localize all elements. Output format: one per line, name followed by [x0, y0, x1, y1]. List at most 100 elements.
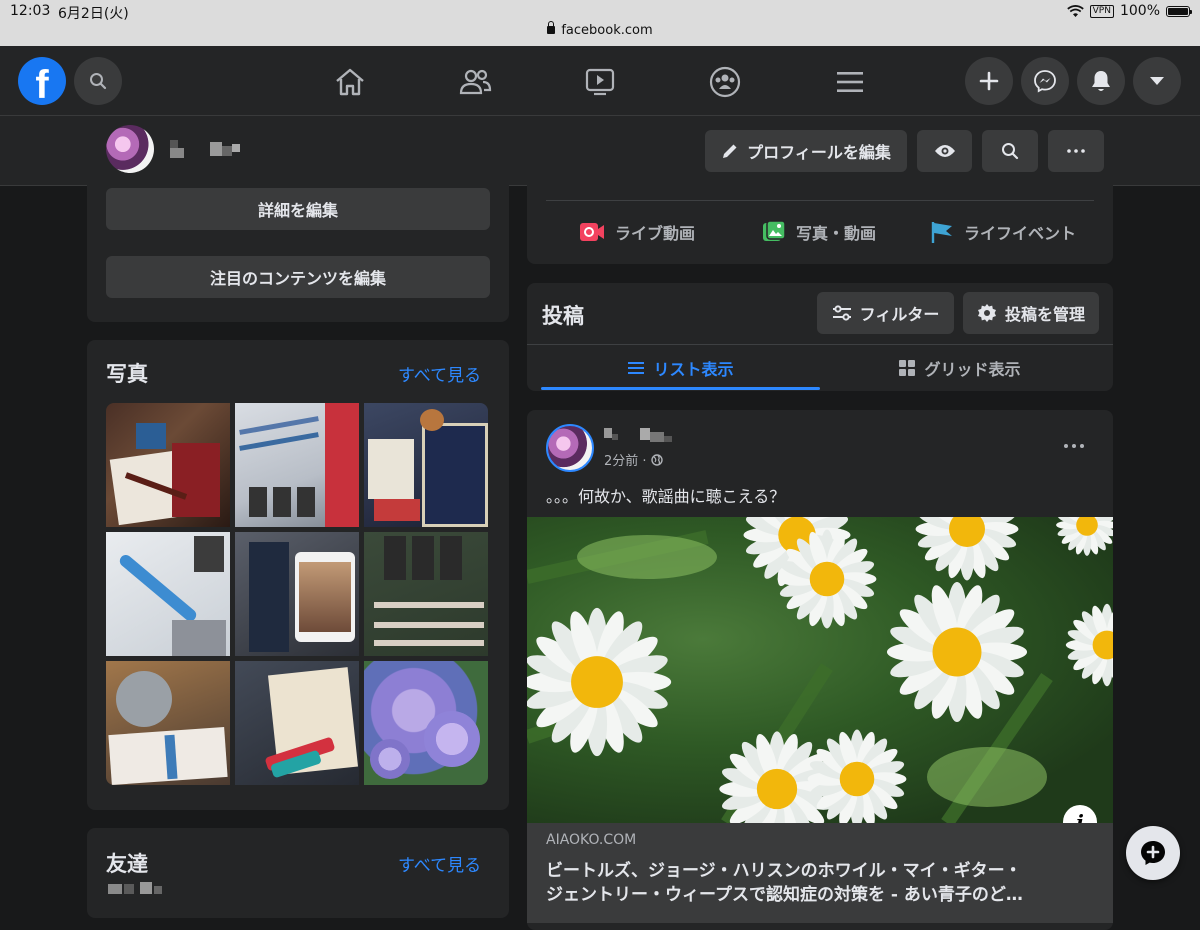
edit-details-button[interactable]: 詳細を編集 [106, 188, 490, 230]
post-timestamp[interactable]: 2分前 · [604, 450, 663, 469]
photo-thumbnail[interactable] [364, 661, 488, 785]
more-dots-icon [1064, 444, 1084, 448]
live-video-icon [580, 223, 604, 241]
live-video-button[interactable]: ライブ動画 [579, 218, 695, 246]
status-time: 12:03 [10, 3, 51, 19]
flag-icon [931, 222, 952, 243]
post-time-text: 2分前 · [604, 454, 647, 469]
photo-thumbnail[interactable] [106, 661, 230, 785]
photo-thumbnail[interactable] [364, 532, 488, 656]
friends-icon [459, 69, 492, 95]
photo-thumbnail[interactable] [235, 403, 359, 527]
live-video-label: ライブ動画 [615, 224, 696, 243]
photo-video-label: 写真・動画 [796, 224, 877, 243]
manage-posts-button[interactable]: 投稿を管理 [963, 292, 1099, 334]
gear-icon [977, 304, 996, 322]
photo-thumbnail[interactable] [106, 403, 230, 527]
search-button[interactable] [74, 57, 122, 105]
daisy-flower [1065, 603, 1113, 687]
compose-icon [1141, 841, 1165, 865]
photos-see-all-link[interactable]: すべて見る [398, 361, 481, 386]
globe-icon [650, 453, 663, 466]
menu-icon [837, 72, 863, 92]
friends-tab[interactable] [455, 62, 495, 102]
battery-icon [1166, 5, 1192, 17]
photo-thumbnail[interactable] [235, 661, 359, 785]
video-icon [585, 68, 615, 96]
post-text: 。。。何故か、歌謡曲に聴こえる？ [546, 487, 786, 506]
top-navigation: f [0, 46, 1200, 116]
composer-divider [546, 200, 1094, 201]
pencil-icon [723, 144, 737, 158]
watch-tab[interactable] [580, 62, 620, 102]
status-date: 6月2日(火) [58, 6, 129, 22]
home-icon [336, 68, 364, 96]
tab-grid-view[interactable]: グリッド表示 [820, 346, 1099, 390]
battery-fill [1168, 7, 1188, 15]
friends-see-all-link[interactable]: すべて見る [398, 851, 481, 876]
daisy-flower [1056, 517, 1113, 556]
daisy-photo [527, 517, 1113, 823]
link-title-line-1: ビートルズ、ジョージ・ハリスンのホワイル・マイ・ギター・ [546, 861, 1022, 881]
life-event-label: ライフイベント [964, 224, 1077, 243]
tab-list-view[interactable]: リスト表示 [541, 346, 820, 390]
list-view-label: リスト表示 [653, 360, 734, 379]
search-icon [1002, 143, 1019, 160]
plus-icon [979, 71, 999, 91]
grid-view-label: グリッド表示 [924, 360, 1021, 379]
photo-thumbnail[interactable] [235, 532, 359, 656]
address-bar[interactable]: facebook.com [0, 21, 1200, 38]
avatar[interactable] [106, 125, 154, 173]
eye-icon [934, 145, 955, 157]
create-button[interactable] [965, 57, 1013, 105]
more-dots-icon [1067, 149, 1085, 153]
menu-tab[interactable] [830, 62, 870, 102]
edit-details-label: 詳細を編集 [257, 201, 338, 220]
post-link-image[interactable]: i [527, 517, 1113, 823]
list-icon [628, 362, 645, 374]
more-options-button[interactable] [1048, 130, 1104, 172]
photo-icon [763, 220, 786, 241]
grid-icon [899, 360, 916, 376]
wifi-icon [1066, 4, 1084, 17]
search-icon [90, 73, 107, 90]
edit-profile-button[interactable]: プロフィールを編集 [705, 130, 907, 172]
photos-title: 写真 [106, 362, 148, 386]
photo-thumbnail[interactable] [106, 532, 230, 656]
post-options-button[interactable] [1058, 434, 1090, 458]
life-event-button[interactable]: ライフイベント [930, 218, 1076, 246]
edit-profile-label: プロフィールを編集 [747, 143, 891, 162]
notifications-button[interactable] [1077, 57, 1125, 105]
photo-thumbnail[interactable] [364, 403, 488, 527]
filter-sliders-icon [832, 305, 851, 321]
filter-label: フィルター [859, 305, 940, 324]
messenger-button[interactable] [1021, 57, 1069, 105]
manage-posts-label: 投稿を管理 [1004, 305, 1085, 324]
edit-featured-button[interactable]: 注目のコンテンツを編集 [106, 256, 490, 298]
post-author-avatar[interactable] [546, 424, 594, 472]
new-message-button[interactable] [1126, 826, 1180, 880]
facebook-logo-icon[interactable]: f [18, 57, 66, 105]
photo-video-button[interactable]: 写真・動画 [762, 218, 876, 246]
url-text: facebook.com [561, 23, 653, 38]
filter-button[interactable]: フィルター [817, 292, 954, 334]
edit-featured-label: 注目のコンテンツを編集 [209, 269, 386, 288]
messenger-icon [1034, 70, 1056, 93]
lock-icon [547, 21, 556, 34]
groups-icon [709, 66, 741, 98]
vpn-badge: VPN [1089, 4, 1114, 18]
daisy-flower [886, 581, 1028, 723]
groups-tab[interactable] [705, 62, 745, 102]
status-bar: 12:03 6月2日(火) facebook.com VPN 100% [0, 0, 1200, 46]
link-title-line-2: ジェントリー・ウィープスで認知症の対策を - あい青子のど… [546, 885, 1023, 905]
account-button[interactable] [1133, 57, 1181, 105]
home-tab[interactable] [330, 62, 370, 102]
status-indicators: VPN 100% [1066, 3, 1192, 19]
view-as-button[interactable] [917, 130, 972, 172]
link-domain: AIAOKO.COM [546, 832, 637, 848]
posts-header-divider [527, 344, 1113, 345]
active-tab-indicator [541, 387, 820, 390]
battery-percent: 100% [1119, 3, 1160, 19]
profile-search-button[interactable] [982, 130, 1038, 172]
posts-title: 投稿 [542, 304, 584, 328]
